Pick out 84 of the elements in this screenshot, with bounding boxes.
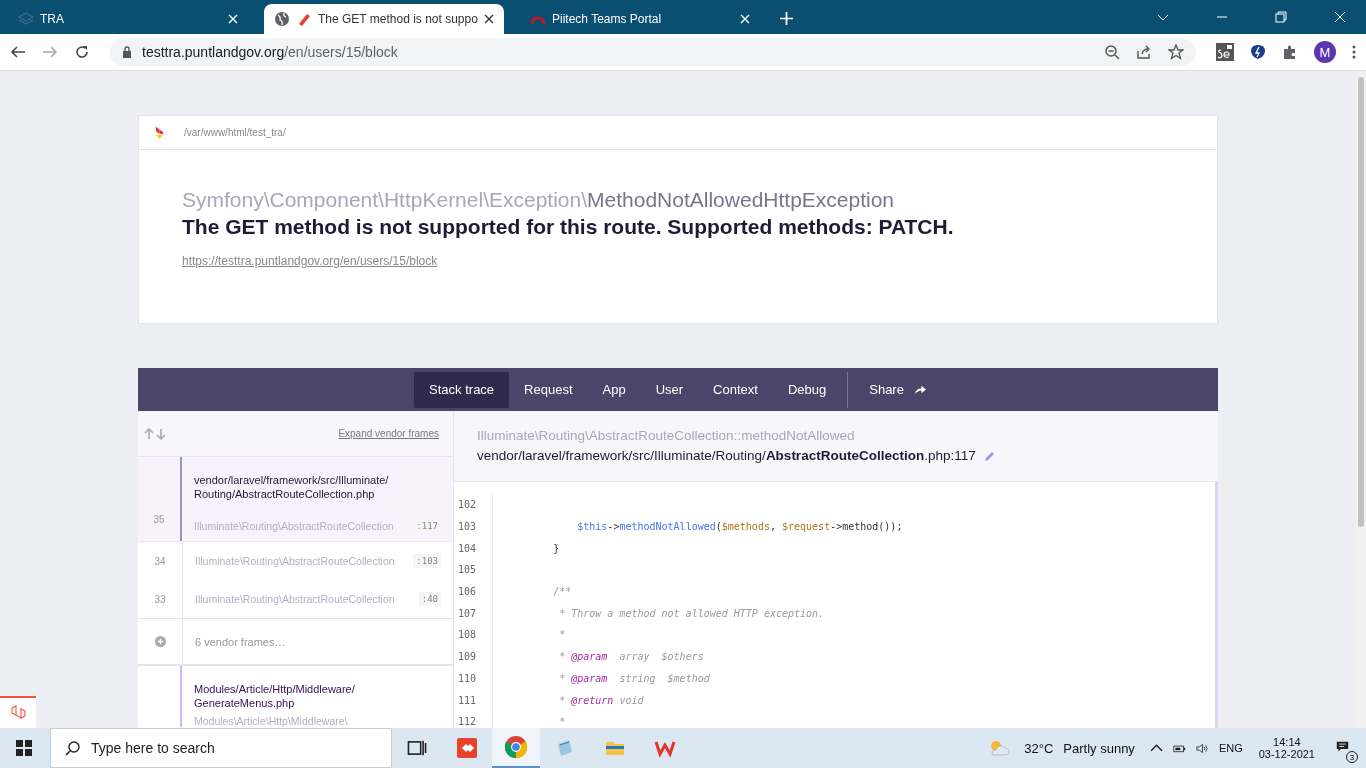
- browser-tab[interactable]: Piitech Teams Portal: [520, 4, 760, 34]
- code-line: *: [558, 716, 566, 728]
- frame-line-number: :103: [413, 554, 441, 568]
- notification-icon[interactable]: [1336, 740, 1349, 753]
- line-number: 104: [454, 537, 493, 560]
- lock-icon: [122, 46, 132, 58]
- clock[interactable]: 14:14 03-12-2021: [1258, 736, 1315, 760]
- frame-file: Modules/Article/Http/Middleware/ GenerateMenus.php: [194, 682, 356, 710]
- extension-icon[interactable]: [1216, 43, 1234, 61]
- chrome-icon[interactable]: [492, 728, 540, 768]
- frame-class: Illuminate\Routing\AbstractRouteCollection: [195, 593, 395, 605]
- line-number: 107: [454, 602, 493, 625]
- line-number: 103: [454, 515, 493, 538]
- reload-icon[interactable]: [74, 44, 90, 60]
- back-arrow-icon[interactable]: [10, 44, 26, 60]
- shield-icon[interactable]: [1250, 44, 1266, 60]
- app-icon[interactable]: [456, 738, 478, 758]
- share-button[interactable]: Share: [854, 371, 942, 408]
- panel-tab[interactable]: Request: [509, 371, 588, 408]
- request-url-link[interactable]: https://testtra.puntlandgov.org/en/users/15/block: [182, 254, 438, 268]
- stack-frame[interactable]: 35 vendor/laravel/framework/src/Illuminate/ Routing/AbstractRouteCollection.php Illuminate\Routing\AbstractRouteCollection :117: [138, 457, 453, 542]
- scrollbar-thumb[interactable]: [1358, 77, 1364, 527]
- line-number: 105: [454, 559, 493, 581]
- code-line: /**: [552, 586, 572, 598]
- speaker-icon[interactable]: [1195, 741, 1209, 755]
- panel-tab[interactable]: App: [587, 371, 641, 408]
- panel-tab[interactable]: Stack trace: [414, 371, 510, 408]
- code-line: *: [558, 629, 566, 641]
- frame-class: Modules\Article\Http\Middleware\: [194, 715, 348, 727]
- address-bar[interactable]: testtra.puntlandgov.org/en/users/15/block: [110, 38, 1196, 66]
- line-number: 111: [454, 689, 493, 711]
- language-indicator[interactable]: ENG: [1218, 742, 1243, 754]
- file-path: vendor/laravel/framework/src/Illuminate/Routing/AbstractRouteCollection.php:117: [477, 448, 976, 463]
- new-tab-icon[interactable]: [780, 12, 793, 25]
- frame-number: 34: [154, 555, 166, 567]
- menu-icon[interactable]: [1352, 44, 1356, 60]
- line-number: 110: [454, 667, 493, 690]
- marker-icon: [296, 11, 312, 27]
- error-message: The GET method is not supported for this route. Supported methods: PATCH.: [182, 215, 955, 239]
- code-line: }: [552, 542, 560, 554]
- code-line: * @param string $method: [558, 672, 710, 684]
- globe-icon: [274, 11, 290, 27]
- star-icon[interactable]: [1168, 44, 1184, 60]
- panel-tab[interactable]: Context: [698, 371, 773, 408]
- code-line: $this->methodNotAllowed($methods, $request->method());: [576, 521, 903, 533]
- panel-tab[interactable]: Debug: [772, 371, 842, 408]
- line-number: 108: [454, 624, 493, 646]
- temperature[interactable]: 32°C: [1024, 740, 1054, 756]
- ignition-logo-icon: [155, 124, 164, 141]
- laravel-icon[interactable]: [0, 696, 36, 728]
- app-path: /var/www/html/test_tra/: [184, 127, 286, 138]
- code-line: * Throw a method not allowed HTTP exception.: [558, 607, 825, 619]
- layers-icon: [18, 11, 34, 27]
- method-name: Illuminate\Routing\AbstractRouteCollection::methodNotAllowed: [477, 428, 856, 443]
- plus-circle-icon: [154, 636, 166, 647]
- code-line: * @param array $others: [558, 651, 704, 663]
- frame-line-number: :40: [418, 592, 441, 606]
- line-number: 102: [454, 494, 493, 516]
- share-arrow-icon: [913, 384, 927, 395]
- notification-count: 3: [1346, 751, 1358, 763]
- puzzle-icon[interactable]: [1282, 44, 1298, 60]
- browser-tab[interactable]: The GET method is not suppo: [264, 4, 504, 34]
- frame-number: 35: [153, 514, 165, 525]
- frame-class: Illuminate\Routing\AbstractRouteCollection: [194, 520, 394, 532]
- browser-tab[interactable]: TRA: [8, 4, 248, 34]
- taskbar-search-field[interactable]: Type here to search: [50, 728, 392, 768]
- expand-vendor-frames-link[interactable]: Expand vendor frames: [338, 428, 439, 439]
- frame-class: Illuminate\Routing\AbstractRouteCollection: [195, 555, 395, 567]
- zoom-out-icon[interactable]: [1104, 44, 1120, 60]
- code-line: * @return void: [558, 694, 644, 706]
- task-view-icon[interactable]: [406, 738, 428, 758]
- panel-tab[interactable]: User: [640, 371, 699, 408]
- line-number: 106: [454, 580, 493, 603]
- exception-class: Symfony\Component\HttpKernel\Exception\MethodNotAllowedHttpException: [182, 188, 896, 212]
- frame-file: vendor/laravel/framework/src/Illuminate/ Routing/AbstractRouteCollection.php: [194, 473, 390, 501]
- restore-icon[interactable]: [1275, 11, 1287, 23]
- share-icon[interactable]: [1136, 44, 1152, 60]
- close-icon[interactable]: [484, 14, 494, 24]
- line-number: 109: [454, 645, 493, 668]
- pencil-icon[interactable]: [983, 449, 996, 462]
- frame-number: 33: [154, 593, 166, 605]
- windows-start-icon[interactable]: [16, 740, 32, 756]
- profile-avatar[interactable]: M: [1314, 41, 1336, 63]
- weather-text[interactable]: Partly sunny: [1063, 740, 1135, 756]
